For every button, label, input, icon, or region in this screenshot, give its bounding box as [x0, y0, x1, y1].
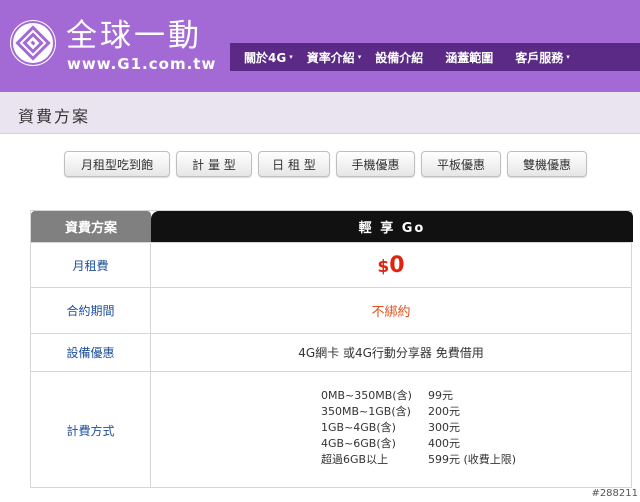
tier-range: 超過6GB以上 — [321, 453, 389, 466]
row-label: 月租費 — [31, 243, 151, 287]
plan-column-header: 資費方案 — [31, 211, 151, 242]
nav-item-label: 客戶服務 — [515, 50, 564, 65]
tier-price: 200元 — [428, 405, 460, 418]
list-item: 4GB~6GB(含) 400元 — [321, 436, 516, 452]
list-item: 350MB~1GB(含) 200元 — [321, 404, 516, 420]
nav-item-rates[interactable]: 資率介紹 ▾ — [293, 49, 362, 66]
tier-price: 99元 — [428, 389, 453, 402]
row-label: 設備優惠 — [31, 334, 151, 371]
plan-name-header: 輕 享 Go — [151, 211, 633, 242]
table-row-contract: 合約期間 不綁約 — [31, 287, 631, 333]
nav-item-devices[interactable]: 設備介紹 — [361, 49, 423, 66]
device-value: 4G網卡 或4G行動分享器 免費借用 — [298, 346, 484, 360]
tab-daily[interactable]: 日 租 型 — [258, 151, 330, 177]
price-amount: 0 — [389, 252, 405, 278]
chevron-down-icon: ▾ — [566, 53, 570, 61]
table-row-monthly-fee: 月租費 $0 — [31, 242, 631, 287]
nav-item-customer-service[interactable]: 客戶服務 ▾ — [493, 49, 570, 66]
row-label: 合約期間 — [31, 288, 151, 333]
billing-tiers: 0MB~350MB(含) 99元 350MB~1GB(含) 200元 1GB~4… — [321, 388, 516, 468]
tier-range: 350MB~1GB(含) — [321, 405, 411, 418]
nav-item-label: 關於4G — [244, 50, 287, 65]
contract-text: 不綁約 — [371, 305, 411, 320]
tier-price: 400元 — [428, 437, 460, 450]
brand-logo-icon — [10, 20, 56, 66]
tier-range: 4GB~6GB(含) — [321, 437, 396, 450]
list-item: 1GB~4GB(含) 300元 — [321, 420, 516, 436]
tab-metered[interactable]: 計 量 型 — [176, 151, 252, 177]
watermark: #288211 — [591, 488, 638, 499]
table-row-device: 設備優惠 4G網卡 或4G行動分享器 免費借用 — [31, 333, 631, 371]
main-nav: 關於4G ▾ 資率介紹 ▾ 設備介紹 涵蓋範圍 客戶服務 ▾ — [230, 43, 640, 71]
site-header: 全球一動 www.G1.com.tw 關於4G ▾ 資率介紹 ▾ 設備介紹 涵蓋… — [0, 0, 640, 92]
tab-dual-device-offers[interactable]: 雙機優惠 — [507, 151, 587, 177]
tier-price: 300元 — [428, 421, 460, 434]
contract-value: 不綁約 — [151, 288, 631, 333]
currency-symbol: $ — [377, 256, 390, 277]
page-title-bar: 資費方案 — [0, 92, 640, 134]
tab-phone-offers[interactable]: 手機優惠 — [336, 151, 415, 177]
table-row-billing: 計費方式 0MB~350MB(含) 99元 350MB~1GB(含) 200元 … — [31, 371, 631, 488]
tab-unlimited-monthly[interactable]: 月租型吃到飽 — [64, 151, 170, 177]
monthly-fee-value: $0 — [151, 243, 631, 287]
nav-item-about-4g[interactable]: 關於4G ▾ — [230, 49, 293, 66]
nav-item-label: 涵蓋範圍 — [445, 50, 494, 65]
tier-range: 0MB~350MB(含) — [321, 389, 412, 402]
page-title: 資費方案 — [18, 107, 91, 126]
plan-type-tabs: 月租型吃到飽 計 量 型 日 租 型 手機優惠 平板優惠 雙機優惠 — [64, 151, 593, 177]
brand-url: www.G1.com.tw — [67, 55, 217, 73]
nav-item-label: 資率介紹 — [306, 50, 355, 65]
list-item: 0MB~350MB(含) 99元 — [321, 388, 516, 404]
brand-name: 全球一動 — [66, 18, 202, 54]
tier-range: 1GB~4GB(含) — [321, 421, 396, 434]
tier-price: 599元 (收費上限) — [428, 453, 517, 466]
list-item: 超過6GB以上 599元 (收費上限) — [321, 452, 516, 468]
row-label: 計費方式 — [31, 372, 151, 488]
plan-table: 資費方案 輕 享 Go 月租費 $0 合約期間 不綁約 設備優惠 4G網卡 或4… — [30, 210, 633, 488]
tab-tablet-offers[interactable]: 平板優惠 — [421, 151, 501, 177]
nav-item-coverage[interactable]: 涵蓋範圍 — [423, 49, 493, 66]
nav-item-label: 設備介紹 — [375, 50, 424, 65]
billing-value: 0MB~350MB(含) 99元 350MB~1GB(含) 200元 1GB~4… — [151, 372, 631, 488]
price: $0 — [377, 253, 404, 278]
